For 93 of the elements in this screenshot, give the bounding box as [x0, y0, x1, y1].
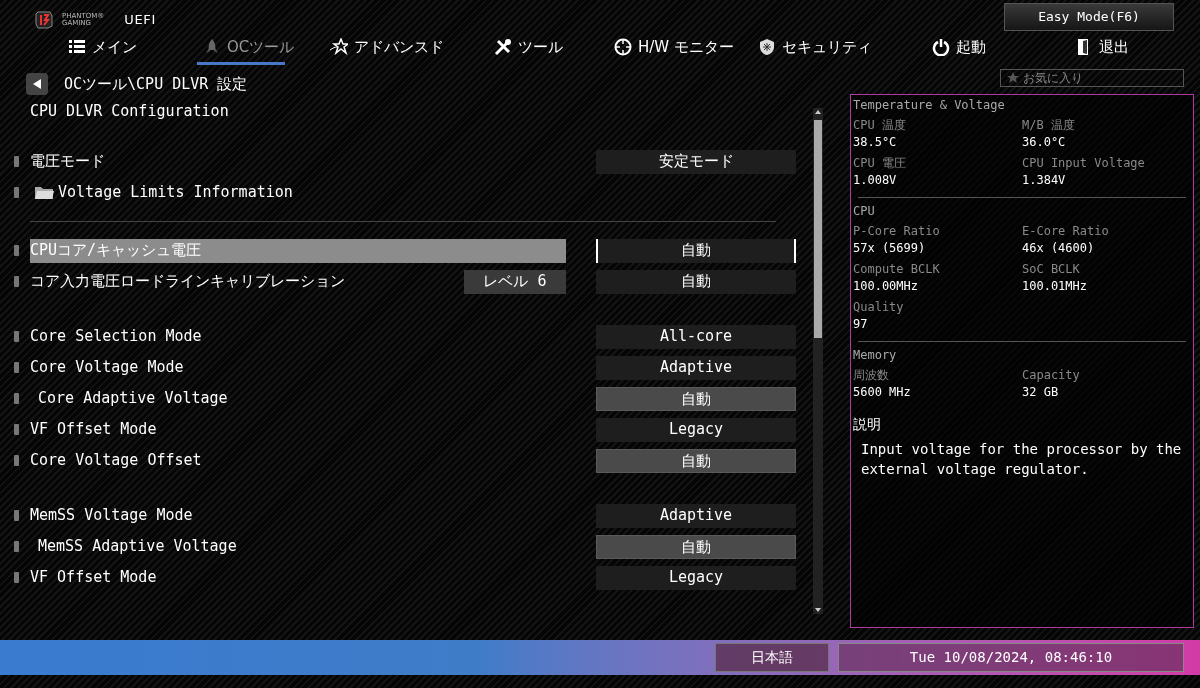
monitor-value: 100.00MHz — [853, 278, 920, 295]
description-title: 説明 — [853, 415, 882, 434]
menu-tab[interactable]: H/W モニター — [608, 32, 752, 62]
monitor-label: P-Core Ratio — [853, 223, 941, 240]
value-field[interactable]: 自動 — [596, 386, 796, 411]
menu-tab[interactable]: ツール — [488, 32, 608, 62]
monitor-value: 1.384V — [1022, 172, 1067, 189]
row-marker — [14, 276, 19, 287]
monitor-value: 38.5°C — [853, 134, 898, 151]
monitor-label: CPU Input Voltage — [1022, 155, 1146, 172]
row-marker — [14, 393, 19, 404]
value-select[interactable]: Legacy — [596, 565, 796, 590]
row-marker — [14, 572, 19, 583]
description-text: Input voltage for the processor by the external voltage regulator. — [860, 440, 1183, 479]
crosshair-icon — [614, 38, 632, 56]
rocket-icon — [203, 38, 221, 56]
star-icon — [330, 38, 348, 56]
monitor-label: 周波数 — [853, 367, 890, 384]
monitor-label: Quality — [853, 299, 905, 316]
scroll-down-icon — [814, 606, 822, 614]
value-select[interactable]: Legacy — [596, 417, 796, 442]
favorites-button[interactable]: お気に入り — [1000, 69, 1184, 87]
menu-tab[interactable]: OCツール — [197, 32, 324, 62]
monitor-value: 100.01MHz — [1022, 278, 1089, 295]
shield-icon — [758, 38, 776, 56]
value-select[interactable]: 自動 — [596, 238, 796, 263]
monitor-label: Compute BCLK — [853, 261, 941, 278]
value-select[interactable]: 自動 — [596, 269, 796, 294]
list-icon — [68, 38, 86, 56]
monitor-value: 1.008V — [853, 172, 898, 189]
row-marker — [14, 187, 19, 198]
logo-icon — [34, 10, 54, 30]
monitor-label: Capacity — [1022, 367, 1081, 384]
monitor-label: CPU 電圧 — [853, 155, 907, 172]
section-heading: Memory — [853, 347, 897, 363]
back-icon — [33, 79, 41, 89]
setting-row[interactable]: Core Voltage Mode — [30, 355, 566, 380]
breadcrumb: OCツール\CPU DLVR 設定 — [64, 73, 248, 95]
value-select[interactable]: All-core — [596, 324, 796, 349]
row-marker — [14, 362, 19, 373]
easy-mode-button[interactable]: Easy Mode(F6) — [1004, 3, 1174, 31]
setting-row[interactable]: Core Selection Mode — [30, 324, 566, 349]
setting-row[interactable]: コア入力電圧ロードラインキャリブレーション — [30, 269, 464, 294]
monitor-value: 32 GB — [1022, 384, 1060, 401]
row-marker — [14, 541, 19, 552]
monitor-value: 57x (5699) — [853, 240, 927, 257]
row-marker — [14, 424, 19, 435]
value-field[interactable]: 自動 — [596, 448, 796, 473]
monitor-label: E-Core Ratio — [1022, 223, 1110, 240]
menu-tab[interactable]: アドバンスド — [324, 32, 488, 62]
row-marker — [14, 510, 19, 521]
product-name: UEFI — [124, 11, 156, 30]
row-marker — [14, 245, 19, 256]
menu-tab[interactable]: 起動 — [926, 32, 1069, 62]
monitor-value: 36.0°C — [1022, 134, 1067, 151]
setting-row[interactable]: MemSS Voltage Mode — [30, 503, 566, 528]
menu-tab[interactable]: メイン — [62, 32, 197, 62]
row-marker — [14, 455, 19, 466]
value-select[interactable]: Adaptive — [596, 503, 796, 528]
monitor-value: 5600 MHz — [853, 384, 912, 401]
monitor-label: SoC BCLK — [1022, 261, 1081, 278]
section-heading: CPU — [853, 203, 875, 219]
folder-item[interactable]: Voltage Limits Information — [30, 180, 566, 205]
value-select[interactable]: 安定モード — [596, 149, 796, 174]
scrollbar[interactable] — [813, 108, 823, 614]
monitor-value: 97 — [853, 316, 869, 333]
setting-row[interactable]: Core Adaptive Voltage — [30, 386, 566, 411]
setting-reading: レベル 6 — [464, 269, 566, 294]
row-marker — [14, 331, 19, 342]
value-select[interactable]: Adaptive — [596, 355, 796, 380]
back-button[interactable] — [26, 73, 48, 95]
tools-icon — [494, 38, 512, 56]
menu-tab[interactable]: セキュリティ — [752, 32, 926, 62]
row-marker — [14, 156, 19, 167]
date-time: Tue 10/08/2024, 08:46:10 — [838, 643, 1184, 672]
star-icon — [1007, 72, 1019, 84]
power-icon — [932, 38, 950, 56]
scroll-up-icon — [814, 108, 822, 116]
menu-tab[interactable]: 退出 — [1069, 32, 1179, 62]
monitor-value: 46x (4600) — [1022, 240, 1096, 257]
value-field[interactable]: 自動 — [596, 534, 796, 559]
monitor-label: CPU 温度 — [853, 117, 907, 134]
setting-row[interactable]: VF Offset Mode — [30, 565, 566, 590]
setting-row[interactable]: MemSS Adaptive Voltage — [30, 534, 566, 559]
setting-row[interactable]: VF Offset Mode — [30, 417, 566, 442]
scrollbar-thumb[interactable] — [814, 120, 822, 338]
language-button[interactable]: 日本語 — [715, 643, 829, 672]
folder-icon — [34, 185, 54, 200]
monitor-label: M/B 温度 — [1022, 117, 1076, 134]
section-title: CPU DLVR Configuration — [30, 101, 229, 122]
setting-row[interactable]: Core Voltage Offset — [30, 448, 566, 473]
section-heading: Temperature & Voltage — [853, 97, 1005, 113]
setting-row[interactable]: 電圧モード — [30, 149, 566, 174]
